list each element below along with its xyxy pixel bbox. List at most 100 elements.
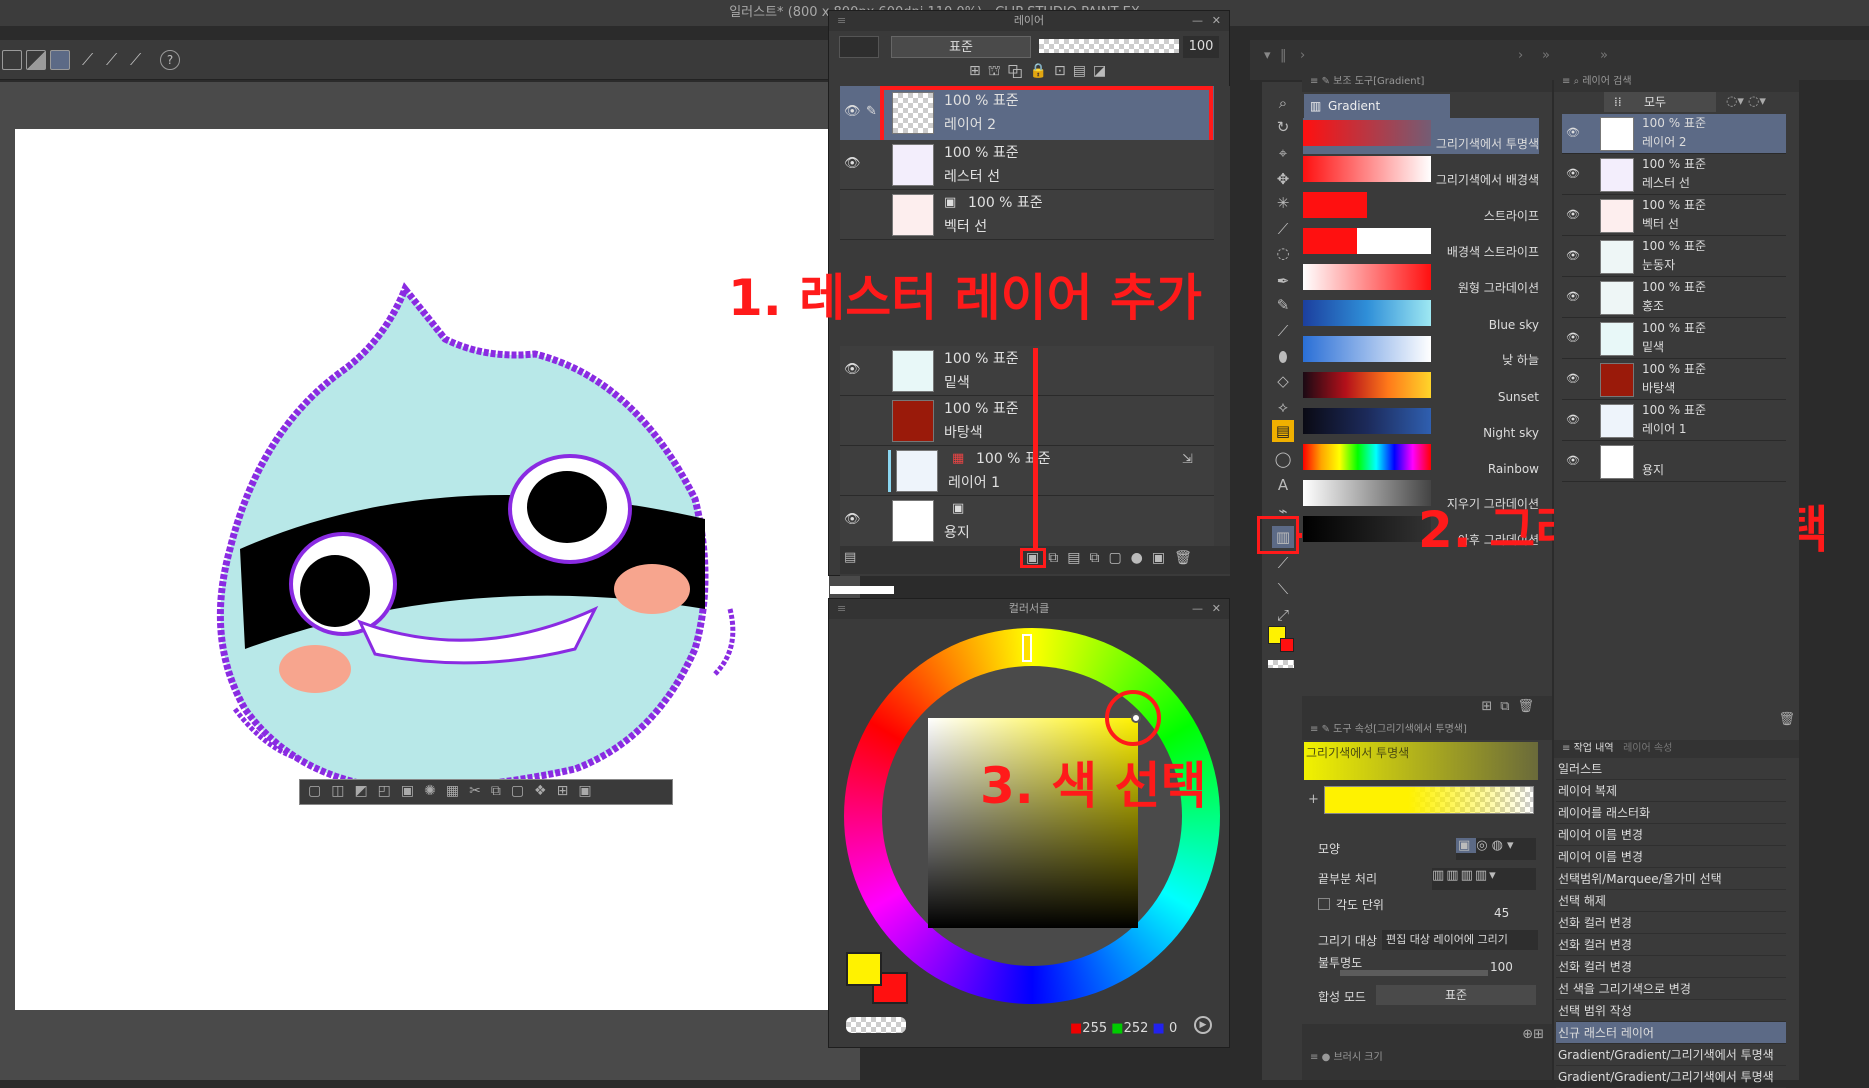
gradient-preset[interactable]: 그리기색에서 투명색 (1303, 118, 1539, 154)
color-picker-marker[interactable] (1131, 713, 1141, 723)
minimize-icon[interactable]: — (1192, 11, 1203, 31)
angle-value[interactable]: 45 (1494, 906, 1509, 920)
layer-property-icon[interactable]: ▤ (844, 550, 856, 565)
eye-icon[interactable]: 👁 (1566, 249, 1580, 262)
gradient-preset[interactable]: Rainbow (1303, 442, 1539, 478)
linear-icon[interactable]: ▣ (1456, 838, 1477, 853)
history-item[interactable]: 신규 래스터 레이어 (1556, 1022, 1786, 1044)
line-icon[interactable]: ⟋ (1272, 552, 1294, 574)
zoom-icon[interactable]: ⌕ (1272, 92, 1294, 114)
history-item[interactable]: 레이어 복제 (1556, 780, 1786, 802)
drawing-canvas[interactable] (15, 129, 829, 1010)
main-color-swatch[interactable] (846, 952, 882, 986)
ruler-snap-icon[interactable]: ⟋ (106, 50, 126, 70)
history-item[interactable]: 선택 범위 작성 (1556, 1000, 1786, 1022)
history-item[interactable]: 선택범위/Marquee/올가미 선택 (1556, 868, 1786, 890)
angle-checkbox[interactable] (1318, 898, 1330, 910)
layer-row-vector-line[interactable]: ▣ 100 % 표준 벡터 선 (840, 190, 1214, 240)
search-layer-row[interactable]: 👁 용지 (1562, 442, 1786, 482)
history-item[interactable]: Gradient/Gradient/그리기색에서 투명색 (1556, 1066, 1786, 1088)
history-item[interactable]: 선 색을 그리기색으로 변경 (1556, 978, 1786, 1000)
search-layer-row[interactable]: 👁 100 % 표준 눈동자 (1562, 237, 1786, 277)
search-layer-row[interactable]: 👁 100 % 표준 레이어 1 (1562, 401, 1786, 441)
lasso-icon[interactable]: ◌ (1272, 242, 1294, 264)
eyedropper-icon[interactable]: ⟋ (1272, 218, 1294, 240)
gradient-preset[interactable]: Blue sky (1303, 298, 1539, 334)
search-layer-row[interactable]: 👁 100 % 표준 벡터 선 (1562, 196, 1786, 236)
airbrush-icon[interactable]: ⬮ (1272, 346, 1294, 368)
gradient-preview-bar[interactable] (1324, 786, 1534, 814)
layer-toolbar-icons[interactable]: ⊞⛫⧉🔒⊡▤◪ (969, 63, 1113, 81)
eye-icon[interactable]: 👁 (1566, 290, 1580, 303)
close-icon[interactable]: ✕ (1212, 599, 1221, 619)
delete-icon[interactable]: 🗑 (1778, 712, 1795, 727)
history-item[interactable]: 선화 컬러 변경 (1556, 956, 1786, 978)
tab-layer-property[interactable]: 레이어 속성 (1623, 743, 1672, 754)
magic-wand-icon[interactable]: ✳ (1272, 192, 1294, 214)
move-icon[interactable]: ✥ (1272, 168, 1294, 190)
search-layer-row[interactable]: 👁 100 % 표준 레이어 2 (1562, 114, 1786, 154)
brush-icon[interactable]: ⟋ (1272, 320, 1294, 342)
history-item[interactable]: 레이어 이름 변경 (1556, 846, 1786, 868)
close-icon[interactable]: ✕ (1212, 11, 1221, 31)
color-mode-icon[interactable]: ▶ (1194, 1016, 1212, 1034)
history-item[interactable]: 일러스트 (1556, 758, 1786, 780)
new-layer-icons[interactable]: ▣⧉▤⧉▢●▣🗑 (1026, 550, 1201, 566)
eraser-icon[interactable]: ◇ (1272, 370, 1294, 392)
draw-target-select[interactable]: 편집 대상 레이어에 그리기 (1382, 930, 1538, 950)
settings-icon[interactable]: ⊕⊞ (1522, 1027, 1544, 1042)
gradient-preset[interactable]: 스트라이프 (1303, 190, 1539, 226)
pencil-icon[interactable]: ✎ (1272, 294, 1294, 316)
eye-icon[interactable]: 👁 (1566, 413, 1580, 426)
chevron-icon[interactable]: » (1542, 48, 1550, 63)
help-icon[interactable]: ? (160, 50, 180, 70)
history-item[interactable]: 선택 해제 (1556, 890, 1786, 912)
selection-layer-icon[interactable] (50, 50, 70, 70)
tool-sub-color[interactable] (1280, 638, 1294, 652)
opacity-slider[interactable] (1039, 39, 1179, 53)
eye-icon[interactable]: 👁 (844, 362, 861, 377)
selection-launcher[interactable]: ▢◫◩◰▣✺▦✂⧉▢❖⊞▣ (299, 779, 673, 805)
correction-icon[interactable]: ⤢ (1272, 604, 1294, 626)
ruler-icon[interactable]: ⟍ (1272, 578, 1294, 600)
opacity-value[interactable]: 100 (1183, 36, 1219, 58)
eye-icon[interactable]: 👁 (1566, 372, 1580, 385)
layer-filter-select[interactable]: ⁞⁞ 모두 (1604, 92, 1716, 112)
shape-selector[interactable]: ▣ ◎◍▾ (1456, 838, 1536, 860)
ruler-icon[interactable]: ⟋ (82, 50, 102, 70)
blend-icon[interactable]: ⟡ (1272, 396, 1294, 418)
blend-mode-select[interactable]: 표준 (891, 36, 1031, 58)
layer-row-raster-line[interactable]: 👁 100 % 표준 레스터 선 (840, 140, 1214, 190)
special-ruler-icon[interactable]: ⟋ (130, 50, 150, 70)
eye-icon[interactable]: 👁 (1566, 126, 1580, 139)
tool-transparent-color[interactable] (1268, 660, 1294, 668)
layer-row-layer1[interactable]: ▦ 100 % 표준 레이어 1 ⇲ (840, 446, 1214, 496)
edge-selector[interactable]: ▥▥▥▥▾ (1432, 868, 1536, 890)
operation-icon[interactable]: ⌖ (1272, 142, 1294, 164)
eye-icon[interactable]: 👁 (1566, 208, 1580, 221)
add-icon[interactable]: + (1308, 792, 1319, 807)
rotate-icon[interactable]: ↻ (1272, 116, 1294, 138)
eye-icon[interactable]: 👁 (844, 104, 861, 119)
chevron-icon[interactable]: ▾ (1264, 48, 1271, 63)
eye-icon[interactable]: 👁 (1566, 167, 1580, 180)
opacity-slider[interactable] (1340, 970, 1488, 976)
eye-icon[interactable]: 👁 (1566, 454, 1580, 467)
hue-marker[interactable] (1022, 634, 1032, 662)
history-item[interactable]: 선화 컬러 변경 (1556, 934, 1786, 956)
minimize-icon[interactable]: — (1192, 599, 1203, 619)
transparent-color-swatch[interactable] (846, 1017, 906, 1033)
gradient-preset[interactable]: 배경색 스트라이프 (1303, 226, 1539, 262)
history-item[interactable]: 레이어 이름 변경 (1556, 824, 1786, 846)
layer-row-base-color[interactable]: 👁 100 % 표준 밑색 (840, 346, 1214, 396)
chevron-icon[interactable]: › (1300, 48, 1305, 63)
sub-tool-footer-icons[interactable]: ⊞⧉🗑 (1481, 699, 1542, 714)
chevron-icon[interactable]: › (1518, 48, 1523, 63)
eye-icon[interactable]: 👁 (844, 512, 861, 527)
eye-icon[interactable]: 👁 (844, 156, 861, 171)
saturation-value-square[interactable] (928, 718, 1138, 928)
layer-color-dropdown[interactable] (839, 36, 879, 58)
blend-mode-select[interactable]: 표준 (1376, 985, 1536, 1005)
search-options-icon[interactable]: ◌▾ ◌▾ (1726, 94, 1766, 109)
search-layer-row[interactable]: 👁 100 % 표준 바탕색 (1562, 360, 1786, 400)
